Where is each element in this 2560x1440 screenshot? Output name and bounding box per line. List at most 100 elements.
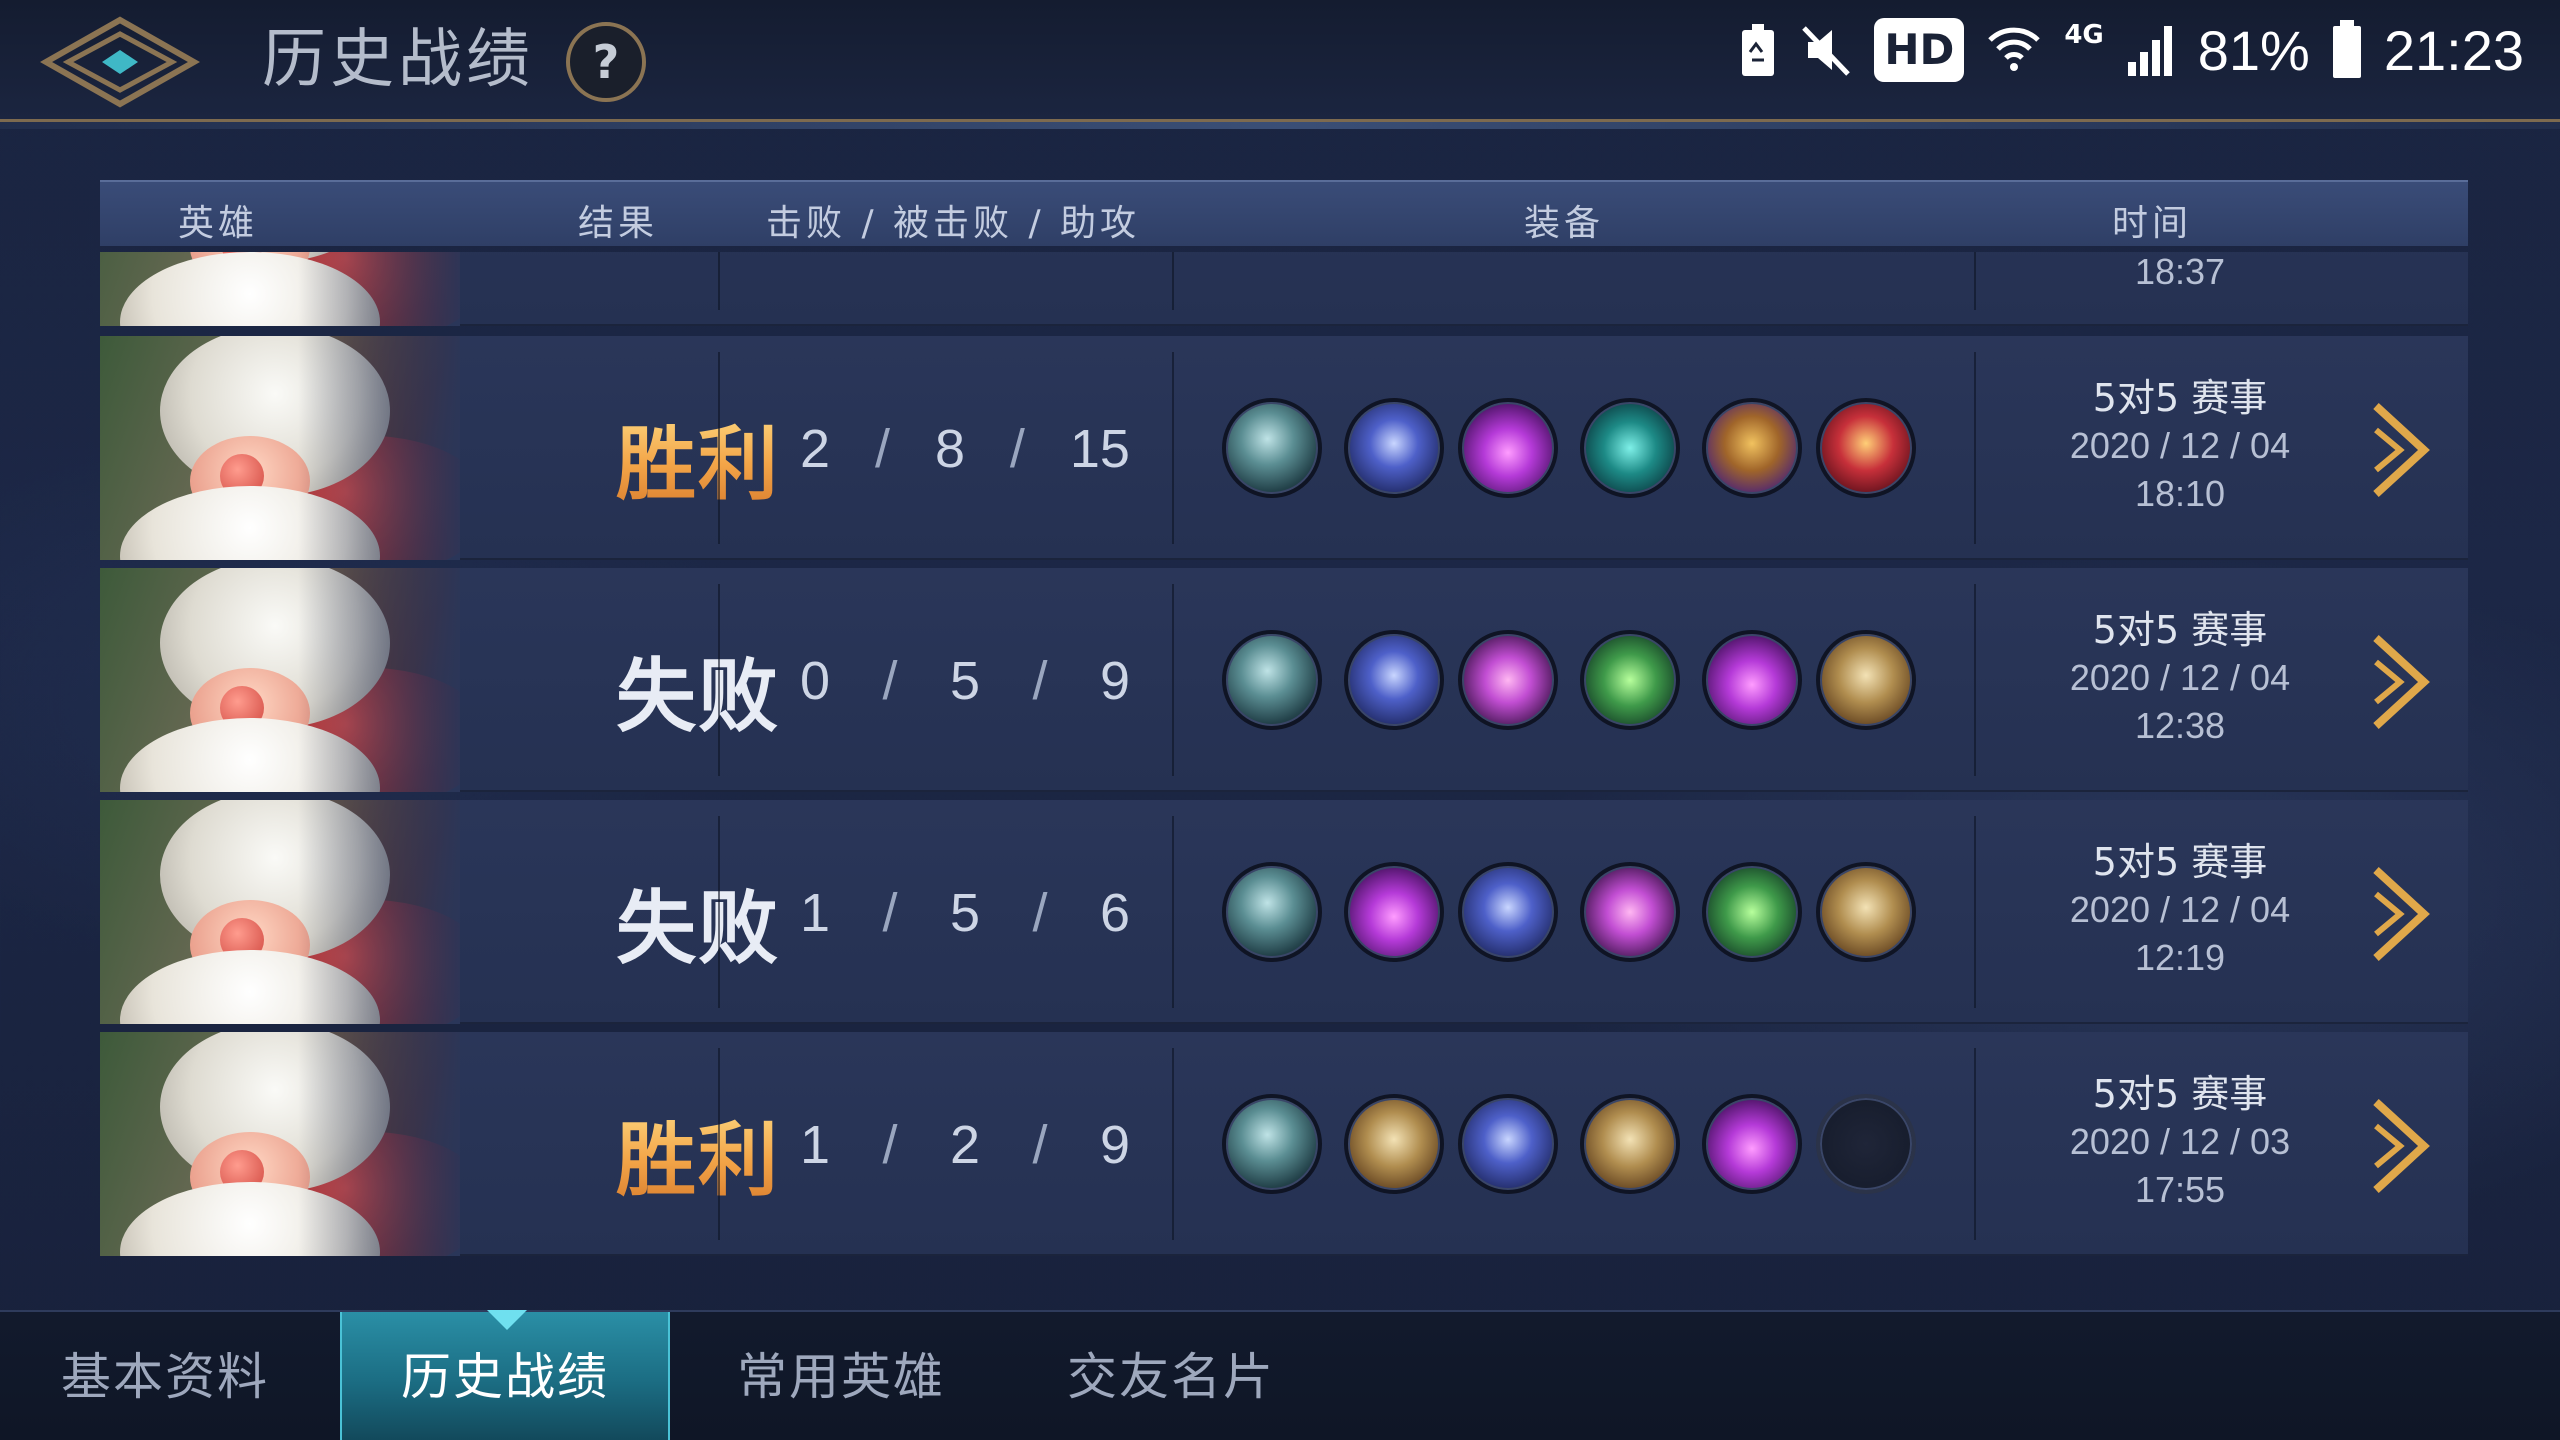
gold-item-icon <box>1702 398 1802 498</box>
match-clock: 18:10 <box>2134 473 2226 514</box>
match-list[interactable]: 18:37 胜利 2/ 8/ 15 5对5 赛事 2020 / 12 / 04 … <box>100 252 2468 1260</box>
match-time: 18:37 <box>1980 252 2380 296</box>
match-row[interactable]: 胜利 1/ 2/ 9 5对5 赛事 2020 / 12 / 03 17:55 <box>100 1032 2468 1256</box>
helm-item-icon <box>1222 862 1322 962</box>
deaths: 5 <box>949 883 981 943</box>
tome-item-icon <box>1580 862 1680 962</box>
match-result: 失败 <box>616 882 780 975</box>
help-button[interactable]: ? <box>566 22 646 102</box>
mute-icon <box>1802 26 1851 76</box>
match-row[interactable]: 失败 1/ 5/ 6 5对5 赛事 2020 / 12 / 04 12:19 <box>100 800 2468 1024</box>
match-clock: 12:19 <box>2134 937 2226 978</box>
match-clock: 12:38 <box>2134 705 2226 746</box>
assists: 9 <box>1099 1115 1130 1175</box>
match-result: 失败 <box>616 650 780 743</box>
match-row[interactable]: 失败 0/ 5/ 9 5对5 赛事 2020 / 12 / 04 12:38 <box>100 568 2468 792</box>
kills: 2 <box>800 419 831 479</box>
purple-item-icon <box>1702 630 1802 730</box>
status-clock: 21:23 <box>2383 18 2524 82</box>
match-date: 2020 / 12 / 04 <box>2069 425 2291 466</box>
signal-icon <box>2127 26 2172 76</box>
chevron-right-icon[interactable] <box>2362 864 2442 964</box>
tab-basic-info[interactable]: 基本资料 <box>0 1312 330 1440</box>
match-time: 5对5 赛事 2020 / 12 / 04 12:38 <box>1980 606 2380 750</box>
deaths: 8 <box>934 419 965 479</box>
col-header-kda: 击败 / 被击败 / 助攻 <box>766 203 1141 244</box>
battery-level: 81% <box>2197 18 2310 82</box>
helm-item-icon <box>1222 1094 1322 1194</box>
boots-item-icon <box>1344 630 1444 730</box>
teal-item-icon <box>1580 398 1680 498</box>
boots-item-icon <box>1344 398 1444 498</box>
tab-label: 交友名片 <box>1067 1348 1275 1406</box>
tab-label: 基本资料 <box>61 1348 269 1406</box>
match-time: 5对5 赛事 2020 / 12 / 04 18:10 <box>1980 374 2380 518</box>
back-button[interactable] <box>39 14 201 110</box>
kda-stats: 2/ 8/ 15 <box>800 419 1130 479</box>
kills: 1 <box>800 1115 831 1175</box>
kda-stats: 0/ 5/ 9 <box>800 651 1130 711</box>
hero-portrait <box>100 800 460 1024</box>
purple-item-icon <box>1458 398 1558 498</box>
kda-stats: 1/ 2/ 9 <box>800 1115 1130 1175</box>
green-item-icon <box>1580 630 1680 730</box>
match-result: 胜利 <box>510 400 780 516</box>
chevron-right-icon[interactable] <box>2362 632 2442 732</box>
bottom-tab-bar: 基本资料 历史战绩 常用英雄 交友名片 <box>0 1310 2560 1440</box>
kda-stats: 1/ 5/ 6 <box>800 883 1130 943</box>
match-row[interactable]: 胜利 2/ 8/ 15 5对5 赛事 2020 / 12 / 04 18:10 <box>100 336 2468 560</box>
purple-item-icon <box>1702 1094 1802 1194</box>
hd-badge: HD <box>1874 18 1965 82</box>
wifi-icon <box>1988 27 2041 71</box>
match-mode: 5对5 赛事 <box>2092 1072 2268 1116</box>
battery-saver-icon <box>1742 24 1775 76</box>
tab-label: 历史战绩 <box>401 1348 609 1406</box>
equipment-list <box>1222 630 1922 730</box>
equipment-list <box>1222 398 1922 498</box>
col-header-time: 时间 <box>2112 203 2193 244</box>
hero-portrait <box>100 568 460 792</box>
match-clock: 18:37 <box>2134 252 2226 292</box>
match-clock: 17:55 <box>2134 1169 2226 1210</box>
page-title: 历史战绩 <box>262 23 534 97</box>
tome-item-icon <box>1458 630 1558 730</box>
chevron-right-icon[interactable] <box>2362 400 2442 500</box>
tab-match-history[interactable]: 历史战绩 <box>340 1310 670 1440</box>
hero-portrait <box>100 1032 460 1256</box>
assists: 9 <box>1099 651 1130 711</box>
hero-portrait <box>100 252 460 326</box>
scroll-item-icon <box>1816 862 1916 962</box>
equipment-list <box>1222 1094 1922 1194</box>
top-bar: 历史战绩 ? HD 4G 81% 21:23 <box>0 0 2560 129</box>
green-item-icon <box>1702 862 1802 962</box>
tab-favorite-heroes[interactable]: 常用英雄 <box>676 1312 1006 1440</box>
assists: 15 <box>1069 419 1130 479</box>
kills: 0 <box>800 651 831 711</box>
tab-friend-card[interactable]: 交友名片 <box>1006 1312 1336 1440</box>
match-date: 2020 / 12 / 04 <box>2069 657 2291 698</box>
match-result: 胜利 <box>510 1096 780 1212</box>
status-bar: HD 4G 81% 21:23 <box>1738 14 2524 86</box>
deaths: 2 <box>949 1115 981 1175</box>
chevron-right-icon[interactable] <box>2362 1096 2442 1196</box>
helm-item-icon <box>1222 398 1322 498</box>
boots-item-icon <box>1458 862 1558 962</box>
col-header-result: 结果 <box>578 203 659 244</box>
boots-item-icon <box>1458 1094 1558 1194</box>
table-header: 英雄 结果 击败 / 被击败 / 助攻 装备 时间 <box>100 180 2468 246</box>
tab-label: 常用英雄 <box>737 1348 945 1406</box>
network-type: 4G <box>2064 20 2104 50</box>
battery-icon <box>2332 20 2361 78</box>
match-mode: 5对5 赛事 <box>2092 840 2268 884</box>
deaths: 5 <box>949 651 981 711</box>
hero-portrait <box>100 336 460 560</box>
match-row-partial[interactable]: 18:37 <box>100 252 2468 326</box>
equipment-list <box>1222 862 1922 962</box>
col-header-equipment: 装备 <box>1524 203 1605 244</box>
match-time: 5对5 赛事 2020 / 12 / 04 12:19 <box>1980 838 2380 982</box>
match-mode: 5对5 赛事 <box>2092 608 2268 652</box>
match-date: 2020 / 12 / 03 <box>2069 1121 2291 1162</box>
scroll-item-icon <box>1816 630 1916 730</box>
empty-item-icon <box>1816 1094 1916 1194</box>
kills: 1 <box>800 883 831 943</box>
